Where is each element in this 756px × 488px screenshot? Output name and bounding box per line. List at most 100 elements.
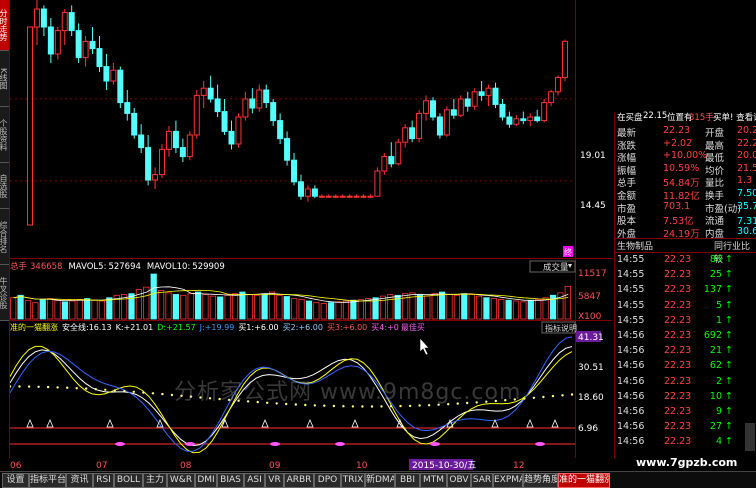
- trade-row: 14:56 22.23 21 ↑: [615, 344, 756, 359]
- price-candles: [27, 0, 568, 226]
- indicator-dot: [132, 390, 135, 393]
- candle-body: [395, 141, 402, 165]
- trade-time: 14:56: [617, 375, 645, 387]
- left-tab-kline[interactable]: K线图: [0, 51, 9, 107]
- volume-bar: [150, 273, 157, 320]
- indicator-dot: [85, 387, 88, 390]
- left-tab-timeshare[interactable]: 分时走势: [0, 0, 9, 51]
- indicator-tab[interactable]: BOLL: [114, 473, 143, 488]
- quote-value: 703.1: [663, 200, 691, 212]
- indicator-tab[interactable]: DPO: [314, 473, 341, 488]
- indicator-tab[interactable]: SAR: [471, 473, 493, 488]
- indicator-tab[interactable]: OBV: [447, 473, 471, 488]
- indicator-tab[interactable]: RSI: [93, 473, 114, 488]
- trade-row: 14:55 22.23 1 ↑: [615, 314, 756, 329]
- candle-body: [277, 120, 284, 140]
- volume-bar: [84, 298, 91, 320]
- candle-body: [409, 127, 416, 140]
- trade-row: 14:56 22.23 62 ↑: [615, 359, 756, 374]
- volume-bar: [298, 298, 305, 320]
- candle-body: [263, 89, 270, 104]
- trade-volume: 25 ↑: [709, 269, 733, 281]
- trade-volume: 4 ↑: [715, 436, 733, 448]
- trade-row: 14:56 22.23 10 ↑: [615, 390, 756, 405]
- volume-bar: [246, 294, 253, 320]
- trade-price: 22.23: [664, 406, 692, 417]
- trade-list-scrollbar[interactable]: [745, 423, 755, 451]
- volume-bar: [335, 301, 342, 320]
- volume-type-label: 成交量: [543, 262, 569, 273]
- left-tab-ranking[interactable]: 综合排名: [0, 209, 9, 265]
- volume-bar: [542, 297, 549, 320]
- sector-tab[interactable]: 生物制品: [617, 239, 653, 252]
- candle-body: [152, 174, 159, 181]
- quote-row: 股本7.53亿流通7.31亿: [615, 213, 756, 227]
- trade-row: 14:56 22.23 9 ↑: [615, 405, 756, 420]
- indicator-tab[interactable]: TRIX: [341, 473, 365, 488]
- best-buy-marker: [335, 442, 345, 446]
- indicator-tab[interactable]: BIAS: [217, 473, 244, 488]
- indicator-dot: [570, 393, 574, 396]
- indicator-tab[interactable]: DMI: [195, 473, 217, 488]
- indicator-tab[interactable]: 准的一猫翻涨: [558, 473, 610, 488]
- buy1-label: 买1:: [238, 323, 254, 332]
- volume-bar: [490, 298, 497, 320]
- indicator-tab[interactable]: ASI: [244, 473, 265, 488]
- indicator-tab[interactable]: ARBR: [284, 473, 314, 488]
- left-tab-profile[interactable]: 个股资料: [0, 107, 9, 163]
- candle-body: [436, 116, 443, 136]
- volume-bar: [424, 295, 431, 320]
- buy-signal-triangle: [156, 418, 164, 428]
- candle-body: [450, 109, 457, 116]
- candle-body: [68, 12, 75, 32]
- indicator-tab[interactable]: 趋势角度: [523, 473, 558, 488]
- indicator-tab[interactable]: 主力: [143, 473, 167, 488]
- d-value: +21.57: [166, 323, 196, 332]
- indicator-tab[interactable]: VR: [265, 473, 284, 488]
- candle-body: [145, 147, 152, 181]
- trade-price: 22.23: [664, 299, 692, 311]
- volume-bar: [209, 295, 216, 320]
- candle-body: [492, 87, 499, 105]
- buy-signal-triangle: [491, 418, 499, 428]
- indicator-dot: [151, 392, 155, 395]
- candle-body: [381, 156, 388, 172]
- buy-signal-triangle: [26, 418, 34, 428]
- indicator-tab[interactable]: 设置: [2, 473, 29, 488]
- best-buy-marker: [535, 442, 545, 446]
- bid-detail-link[interactable]: 买单! 查看详情: [713, 111, 756, 123]
- bid-volume: 315手: [689, 113, 714, 123]
- indicator-tab[interactable]: W&R: [167, 473, 195, 488]
- quote-row: 涨跌 +2.02 最高 22.2: [615, 138, 756, 152]
- left-tab-diagnosis[interactable]: 牛叉诊股: [0, 265, 9, 321]
- volume-bar: [342, 300, 350, 320]
- volume-bar: [446, 294, 453, 320]
- indicator-tab[interactable]: 资讯: [66, 473, 93, 488]
- best-buy-label: 最佳买: [401, 322, 425, 332]
- volume-bar: [17, 294, 24, 320]
- k-value: +21.01: [124, 323, 154, 332]
- indicator-tab[interactable]: BBI: [395, 473, 420, 488]
- quote-value: +10.00%: [663, 150, 708, 162]
- indicator-tab[interactable]: MTM: [420, 473, 447, 488]
- candle-body: [131, 112, 138, 136]
- quote-row: 振幅 10.59% 均价 21.5: [615, 163, 756, 177]
- indicator-dot: [27, 385, 31, 388]
- trade-time: 14:56: [617, 390, 645, 402]
- candle-body: [221, 111, 228, 132]
- indicator-tab[interactable]: 新DMA: [365, 473, 395, 488]
- indicator-tab-bar: 设置 指标平台 资讯 RSI BOLL 主力 W&R DMI BIAS ASI VR ARBR DPO T…: [0, 471, 756, 488]
- candle-body: [117, 69, 124, 104]
- indicator-tab[interactable]: 指标平台: [29, 473, 66, 488]
- left-tab-watchlist[interactable]: 自选股: [0, 163, 9, 209]
- bid-summary-line: 在买盘 22.15 位置有 315手 买单! 查看详情: [615, 111, 756, 123]
- candle-body: [541, 102, 548, 122]
- trade-volume: 10 ↑: [709, 390, 733, 402]
- quote-row: 总手 54.84万 量比 1.3: [615, 175, 756, 189]
- candle-body: [124, 102, 131, 114]
- volume-bar: [461, 293, 468, 320]
- indicator-tab[interactable]: EXPMA: [493, 473, 523, 488]
- volume-bar: [165, 292, 172, 320]
- mavol5-value: 527694: [108, 262, 140, 272]
- candle-body: [110, 69, 117, 82]
